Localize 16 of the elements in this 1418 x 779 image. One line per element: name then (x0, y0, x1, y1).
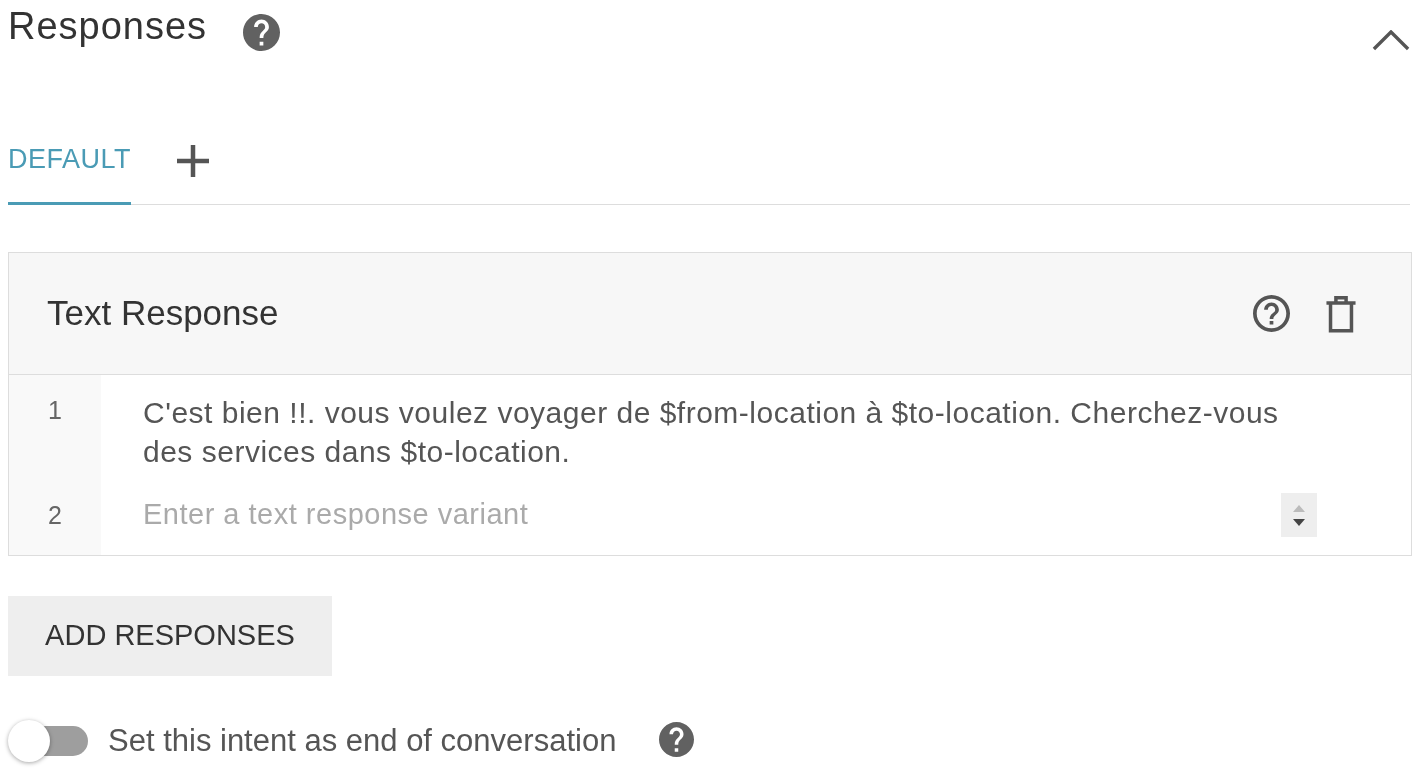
card-title: Text Response (47, 292, 279, 335)
input-field[interactable]: Enter a text response variant (143, 495, 1271, 535)
response-text-field[interactable]: C'est bien !!. vous voulez voyager de $from-location à $to-location. Cherchez-vous des services dans $to-location. (143, 393, 1306, 471)
up-down-arrows-icon[interactable] (1281, 493, 1317, 537)
toggle-label: Set this intent as end of conversation (108, 721, 617, 760)
help-icon[interactable] (659, 721, 695, 757)
plus-icon[interactable] (177, 144, 210, 177)
add-responses-button[interactable]: ADD RESPONSES (8, 596, 332, 676)
row-number: 1 (48, 395, 62, 426)
section-title: Responses (8, 3, 208, 49)
toggle-switch[interactable] (8, 720, 88, 762)
trash-icon[interactable] (1325, 294, 1357, 333)
chevron-up-icon[interactable] (1372, 30, 1410, 51)
help-icon[interactable] (243, 14, 281, 51)
help-icon[interactable] (1253, 295, 1290, 332)
row-number: 2 (48, 500, 62, 531)
